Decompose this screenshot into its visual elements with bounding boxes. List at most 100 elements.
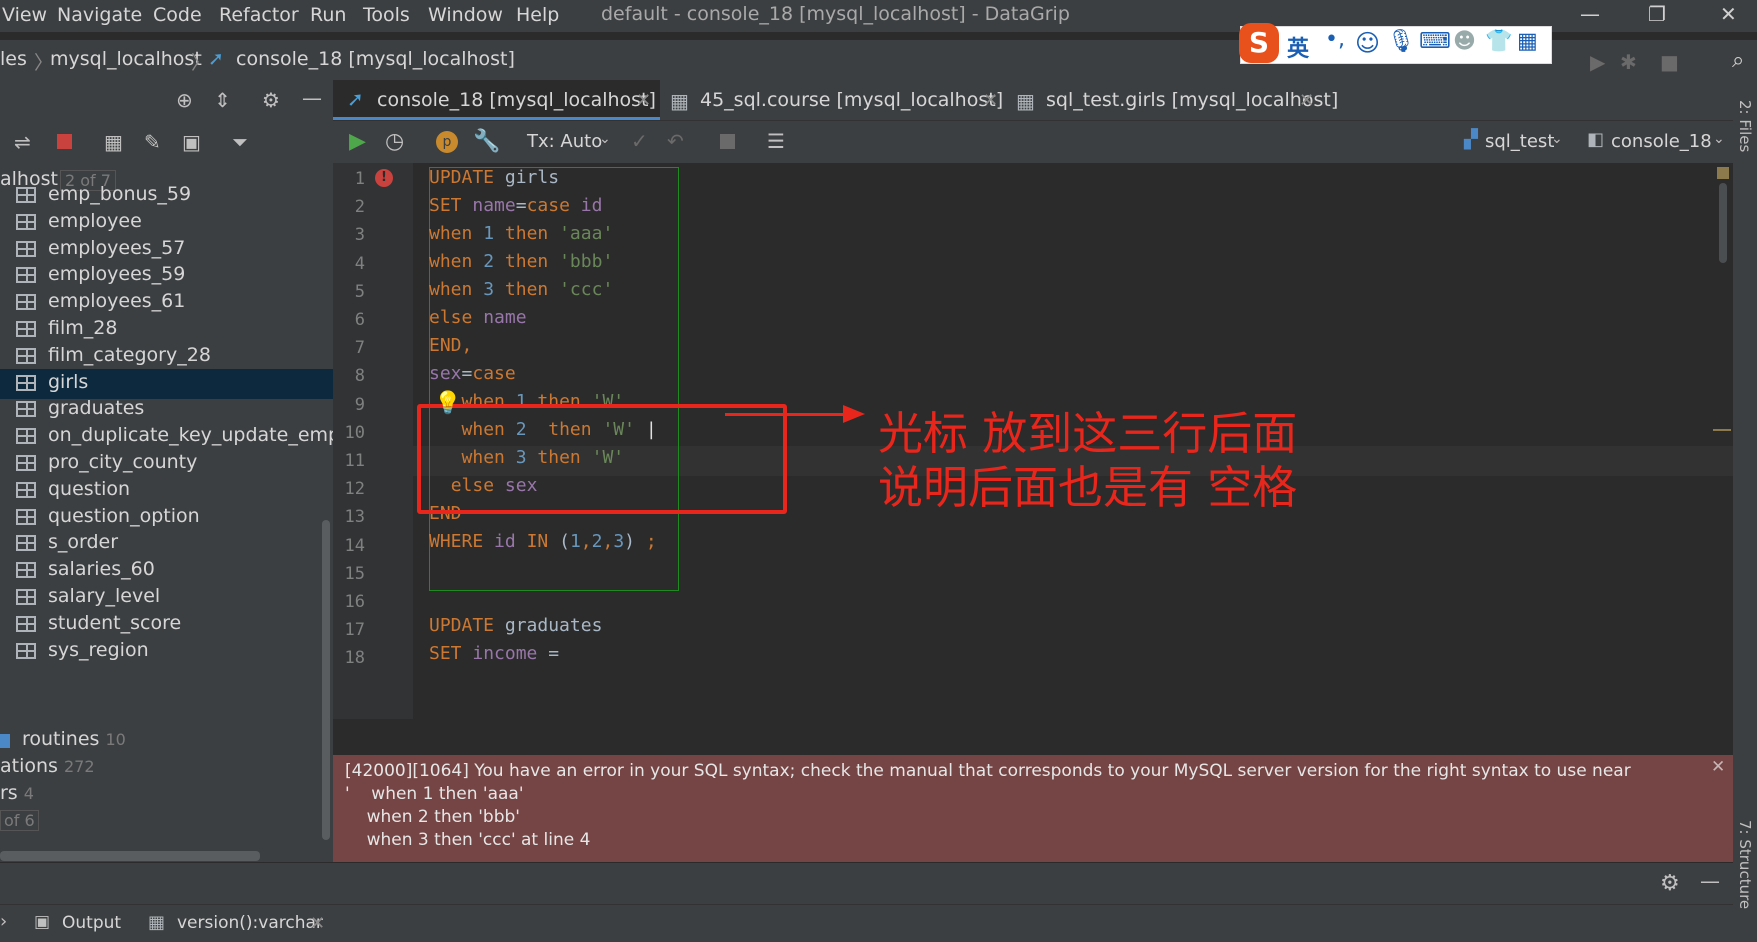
inspection-status-icon[interactable] — [1717, 167, 1729, 179]
vertical-scrollbar[interactable] — [322, 520, 330, 840]
tree-node[interactable]: of 6 — [0, 807, 333, 837]
table-icon: ▦ — [148, 912, 166, 933]
search-icon[interactable]: ⌕ — [1732, 48, 1744, 73]
tree-table-employees-59[interactable]: employees_59 — [0, 261, 333, 291]
breadcrumb-files[interactable]: les — [0, 48, 27, 70]
locate-icon[interactable]: ⊕ — [176, 88, 193, 112]
error-icon[interactable]: ! — [375, 169, 393, 187]
stop-icon[interactable] — [57, 134, 72, 149]
line-number: 14 — [344, 535, 365, 556]
tree-table-sys-region[interactable]: sys_region — [0, 637, 333, 667]
minimize-icon[interactable]: — — [1580, 2, 1600, 26]
stop-icon — [720, 134, 735, 149]
collapse-all-icon[interactable]: ⇕ — [214, 88, 231, 112]
table-icon — [16, 401, 36, 418]
menu-window[interactable]: Window — [428, 4, 503, 26]
ime-toolbar[interactable]: S 英 •, ☺ 🎙 ⌨ ☻ 👕 ▦ — [1239, 23, 1552, 64]
files-tool-button[interactable]: 2: Files — [1736, 100, 1754, 152]
close-tab-icon[interactable]: ✕ — [983, 90, 998, 111]
menu-refactor[interactable]: Refactor — [219, 4, 299, 26]
tree-table-student-score[interactable]: student_score — [0, 610, 333, 640]
hide-panel-icon[interactable]: — — [302, 86, 322, 110]
tab-console-18[interactable]: ➚ console_18 [mysql_localhost] ✕ — [333, 80, 660, 120]
tree-node[interactable]: rs 4 — [0, 780, 333, 810]
tree-node[interactable]: ations 272 — [0, 753, 333, 783]
microphone-icon[interactable]: 🎙 — [1387, 29, 1415, 54]
close-icon[interactable]: ✕ — [1720, 2, 1737, 26]
execute-icon[interactable]: ▶ — [349, 129, 366, 154]
tree-table-employees-57[interactable]: employees_57 — [0, 235, 333, 265]
code-line: when 1 then 'aaa' — [429, 223, 614, 244]
tree-table-employee[interactable]: employee — [0, 208, 333, 238]
tree-table-salaries-60[interactable]: salaries_60 — [0, 556, 333, 586]
output-tab[interactable]: Output — [62, 913, 121, 933]
tree-table-emp-bonus-59[interactable]: emp_bonus_59 — [0, 181, 333, 211]
tree-table-film-28[interactable]: film_28 — [0, 315, 333, 345]
line-number: 16 — [344, 592, 365, 612]
ime-language[interactable]: 英 — [1287, 31, 1309, 63]
gear-icon[interactable]: ⚙ — [1660, 871, 1680, 896]
skin-icon[interactable]: 👕 — [1485, 29, 1512, 54]
close-tab-icon[interactable]: ✕ — [1299, 90, 1314, 111]
schema-selector[interactable]: sql_test — [1485, 131, 1554, 152]
toolbox-icon[interactable]: ▦ — [1517, 29, 1538, 54]
close-tab-icon[interactable]: ✕ — [636, 90, 651, 111]
tree-table-salary-level[interactable]: salary_level — [0, 583, 333, 613]
tab-45-sql-course[interactable]: ▦ 45_sql.course [mysql_localhost] ✕ — [670, 80, 1003, 120]
tab-sql-test-girls[interactable]: ▦ sql_test.girls [mysql_localhost] ✕ — [1016, 80, 1386, 120]
error-notification: [42000][1064] You have an error in your … — [333, 755, 1733, 862]
close-notification-icon[interactable]: ✕ — [1711, 757, 1725, 777]
punctuation-icon[interactable]: •, — [1325, 27, 1345, 52]
user-icon[interactable]: ☻ — [1453, 29, 1476, 54]
menu-code[interactable]: Code — [153, 4, 202, 26]
services-panel-header: ⚙ — — [0, 862, 1757, 905]
hide-panel-icon[interactable]: — — [1700, 869, 1720, 893]
restore-icon[interactable]: ❐ — [1648, 2, 1666, 26]
transaction-mode-dropdown[interactable]: Tx: Auto — [527, 131, 602, 152]
tree-table-s-order[interactable]: s_order — [0, 529, 333, 559]
tree-table-graduates[interactable]: graduates — [0, 395, 333, 425]
breadcrumb-console[interactable]: console_18 [mysql_localhost] — [236, 48, 515, 70]
results-icon[interactable]: ☰ — [767, 129, 785, 153]
tree-table-pro-city-county[interactable]: pro_city_county — [0, 449, 333, 479]
tree-table-employees-61[interactable]: employees_61 — [0, 288, 333, 318]
refresh-schema-icon[interactable]: ⇌ — [14, 130, 31, 154]
tree-table-film-category-28[interactable]: film_category_28 — [0, 342, 333, 372]
warning-stripe-marker[interactable] — [1713, 429, 1731, 431]
profile-icon[interactable]: p — [436, 131, 458, 153]
menu-help[interactable]: Help — [516, 4, 559, 26]
gear-icon[interactable]: ⚙ — [262, 88, 280, 112]
menu-tools[interactable]: Tools — [363, 4, 410, 26]
history-icon[interactable]: ◷ — [385, 129, 404, 154]
menu-navigate[interactable]: Navigate — [57, 4, 142, 26]
emoji-icon[interactable]: ☺ — [1355, 29, 1380, 57]
line-number: 10 — [344, 422, 365, 443]
tree-table-question-option[interactable]: question_option — [0, 503, 333, 533]
table-icon — [16, 240, 36, 257]
structure-tool-button[interactable]: 7: Structure — [1736, 820, 1754, 909]
editor-scrollbar[interactable] — [1719, 183, 1727, 263]
tree-routines-node[interactable]: routines 10 — [0, 726, 333, 756]
tree-table-question[interactable]: question — [0, 476, 333, 506]
table-editor-icon[interactable]: ▦ — [104, 130, 123, 154]
tree-table-on-duplicate-key-update-employ[interactable]: on_duplicate_key_update_employ — [0, 422, 368, 452]
console-query-icon[interactable]: ▣ — [182, 130, 201, 154]
breadcrumb-datasource[interactable]: mysql_localhost — [50, 48, 202, 70]
menu-run[interactable]: Run — [310, 4, 346, 26]
table-icon — [16, 294, 36, 311]
result-tab[interactable]: version():varchar — [177, 913, 323, 933]
settings-wrench-icon[interactable]: 🔧 — [473, 129, 500, 154]
keyboard-icon[interactable]: ⌨ — [1419, 29, 1451, 54]
tab-label: sql_test.girls [mysql_localhost] — [1046, 89, 1339, 111]
horizontal-scrollbar[interactable] — [0, 851, 260, 861]
session-selector[interactable]: console_18 — [1611, 131, 1712, 152]
edit-icon[interactable]: ✎ — [144, 130, 161, 154]
menu-view[interactable]: View — [2, 4, 47, 26]
sql-editor[interactable]: 1 2 3 4 5 6 7 8 9 10 11 12 13 14 15 16 17 18 ! UPDATE gir… — [333, 163, 1733, 719]
close-tab-icon[interactable]: ✕ — [310, 913, 325, 934]
tree-table-girls[interactable]: girls — [0, 368, 333, 399]
tree-table-label: on_duplicate_key_update_employ — [48, 424, 369, 447]
filter-icon[interactable]: ⏷ — [232, 130, 248, 154]
chevron-left-icon[interactable]: › — [0, 911, 7, 932]
lightbulb-icon[interactable]: 💡 — [434, 391, 461, 416]
